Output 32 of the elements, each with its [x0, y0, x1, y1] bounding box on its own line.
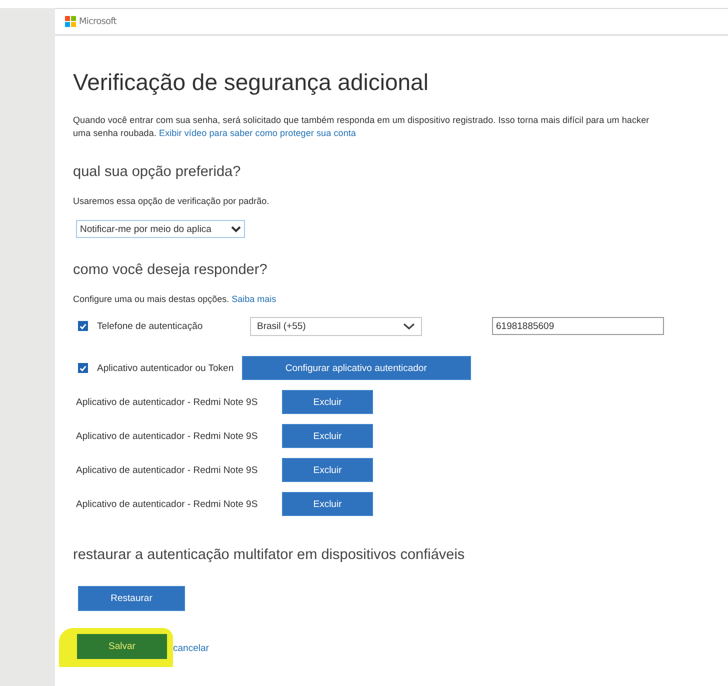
option-label: Telefone de autenticação — [97, 320, 204, 332]
device-label: Aplicativo de autenticador - Redmi Note 9S — [76, 430, 259, 442]
option-label: Aplicativo autenticador ou Token — [97, 362, 234, 374]
delete-button[interactable]: Excluir — [282, 424, 373, 448]
intro-text: Quando você entrar com sua senha, será solicitado que também responda em um dispositivo registrado. Isso torna mais difícil para um hacker uma senha roubada. Exibir vídeo para saber como proteger sua conta — [73, 114, 650, 140]
hint-text: Configure uma ou mais destas opções. Saiba mais — [73, 294, 278, 304]
delete-button[interactable]: Excluir — [282, 458, 373, 482]
section-heading: restaurar a autenticação multifator em dispositivos confiáveis — [73, 547, 466, 563]
chevron-icon — [403, 322, 415, 330]
logo-icon — [65, 16, 76, 27]
phone-number-field[interactable]: 61981885609 — [492, 317, 664, 335]
section-heading: como você deseja responder? — [73, 262, 268, 278]
country-select[interactable]: Brasil (+55) — [250, 316, 422, 336]
configure-button[interactable]: Configurar aplicativo autenticador — [242, 356, 471, 380]
video-link[interactable]: Exibir vídeo para saber como proteger sua conta — [159, 128, 356, 138]
brand-name: Microsoft — [79, 16, 116, 26]
restore-button[interactable]: Restaurar — [78, 586, 185, 611]
checkbox[interactable] — [78, 321, 88, 331]
device-label: Aplicativo de autenticador - Redmi Note 9S — [76, 464, 259, 476]
method-select[interactable]: Notificar-me por meio do aplica — [76, 220, 245, 238]
device-label: Aplicativo de autenticador - Redmi Note 9S — [76, 498, 259, 510]
checkbox[interactable] — [78, 363, 88, 373]
chevron-icon — [231, 226, 241, 232]
cancel-link[interactable]: cancelar — [173, 643, 209, 654]
delete-button[interactable]: Excluir — [282, 390, 373, 414]
learn-more-link[interactable]: Saiba mais — [232, 294, 276, 304]
page-title: Verificação de segurança adicional — [73, 69, 430, 96]
save-button[interactable]: Salvar — [77, 634, 167, 659]
hint-text: Usaremos essa opção de verificação por padrão. — [73, 196, 270, 206]
section-heading: qual sua opção preferida? — [73, 164, 242, 180]
delete-button[interactable]: Excluir — [282, 492, 373, 516]
device-label: Aplicativo de autenticador - Redmi Note 9S — [76, 396, 259, 408]
